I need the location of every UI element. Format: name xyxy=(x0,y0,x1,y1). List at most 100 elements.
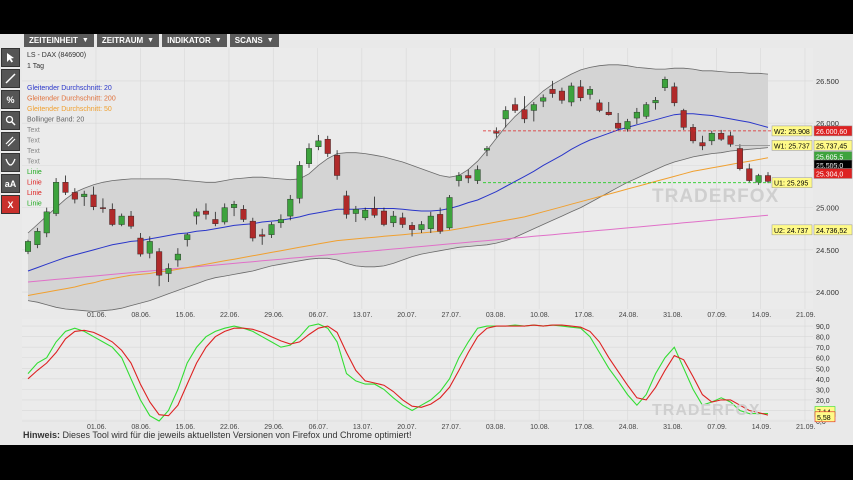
x-tick-label: 08.06. xyxy=(131,312,151,319)
candle-body xyxy=(202,210,209,215)
watermark-logo: TRADERFOX xyxy=(652,186,779,207)
candle-body xyxy=(352,209,359,214)
candle-body xyxy=(427,215,434,229)
candle-body xyxy=(624,121,631,130)
stoch-x-tick-label: 24.08. xyxy=(619,424,639,431)
x-tick-label: 14.09. xyxy=(752,312,772,319)
x-tick-label: 07.09. xyxy=(707,312,727,319)
candle-body xyxy=(99,207,106,209)
candle-body xyxy=(746,168,753,181)
stoch-x-tick-label: 10.08. xyxy=(530,424,550,431)
candle-body xyxy=(699,142,706,147)
candle-body xyxy=(137,237,144,255)
candle-body xyxy=(306,148,313,164)
hint-prefix: Hinweis: xyxy=(23,430,61,440)
candle-body xyxy=(249,220,256,239)
candle-body xyxy=(324,138,331,154)
level-label: W2: 25.908 xyxy=(774,129,810,136)
candle-body xyxy=(390,215,397,224)
stoch-x-tick-label: 21.09. xyxy=(796,424,816,431)
hint-text: Dieses Tool wird für die jeweils aktuell… xyxy=(60,430,412,440)
candle-body xyxy=(212,219,219,224)
candle-body xyxy=(343,195,350,215)
candle-body xyxy=(62,182,69,193)
chart-canvas[interactable]: W2: 25.908 26.000,60 W1: 25.737 25.737,45 25… xyxy=(0,34,853,445)
price-label: 26.000,60 xyxy=(816,129,847,136)
candle-body xyxy=(221,207,228,223)
candle-body xyxy=(615,122,622,129)
candle-body xyxy=(315,140,322,147)
x-tick-label: 01.06. xyxy=(87,312,107,319)
y-tick-label: 24.500 xyxy=(816,246,839,255)
x-tick-label: 17.08. xyxy=(574,312,594,319)
stoch-y-tick-label: 20,0 xyxy=(816,398,830,405)
candle-body xyxy=(184,234,191,240)
candle-body xyxy=(718,133,725,140)
symbol-label: LS - DAX (846900) xyxy=(27,52,86,59)
candle-body xyxy=(455,175,462,181)
stoch-value-label: 5,58 xyxy=(817,415,831,422)
candle-body xyxy=(549,89,556,94)
candle-body xyxy=(90,194,97,207)
y-tick-label: 24.000 xyxy=(816,288,839,297)
candle-body xyxy=(268,224,275,235)
candle-body xyxy=(399,217,406,225)
candle-body xyxy=(71,192,78,200)
x-tick-label: 20.07. xyxy=(397,312,417,319)
stoch-x-tick-label: 03.08. xyxy=(486,424,506,431)
stoch-y-tick-label: 50,0 xyxy=(816,366,830,373)
candle-body xyxy=(362,209,369,218)
stoch-x-tick-label: 31.08. xyxy=(663,424,683,431)
candle-body xyxy=(530,104,537,111)
x-tick-label: 31.08. xyxy=(663,312,683,319)
candle-body xyxy=(568,85,575,103)
x-tick-label: 21.09. xyxy=(796,312,816,319)
chart-app: ZEITEINHEIT ▼ ZEITRAUM ▼ INDIKATOR ▼ SCANS ▼… xyxy=(0,34,853,445)
candle-body xyxy=(558,90,565,101)
candle-body xyxy=(231,204,238,208)
hint-bar: Hinweis: Dieses Tool wird für die jeweil… xyxy=(23,430,412,440)
candle-body xyxy=(671,86,678,104)
candle-body xyxy=(521,109,528,120)
candle-body xyxy=(708,133,715,142)
candle-body xyxy=(287,198,294,217)
candle-body xyxy=(334,155,341,176)
stoch-y-tick-label: 30,0 xyxy=(816,387,830,394)
legend-item: Text xyxy=(27,127,40,134)
candle-body xyxy=(661,79,668,88)
candle-body xyxy=(596,102,603,111)
candle-body xyxy=(690,127,697,142)
x-tick-label: 22.06. xyxy=(220,312,240,319)
period-label: 1 Tag xyxy=(27,63,44,70)
legend-item: Gleitender Durchschnitt: 50 xyxy=(27,106,112,113)
candle-body xyxy=(727,135,734,145)
candle-body xyxy=(437,214,444,232)
candle-body xyxy=(25,241,32,252)
candle-body xyxy=(380,210,387,225)
stoch-x-tick-label: 17.08. xyxy=(574,424,594,431)
candle-body xyxy=(643,104,650,117)
price-label: 24.736,52 xyxy=(816,228,847,235)
candle-body xyxy=(259,234,266,237)
candle-body xyxy=(587,89,594,95)
price-label: 25.304,0 xyxy=(816,171,843,178)
legend-item: Linie xyxy=(27,169,42,176)
x-tick-label: 03.08. xyxy=(486,312,506,319)
candle-body xyxy=(371,208,378,216)
candle-body xyxy=(465,175,472,179)
candle-body xyxy=(512,104,519,111)
x-tick-label: 27.07. xyxy=(442,312,462,319)
candle-body xyxy=(43,211,50,234)
legend-item: Gleitender Durchschnitt: 200 xyxy=(27,96,116,103)
stoch-y-tick-label: 60,0 xyxy=(816,356,830,363)
candle-body xyxy=(502,110,509,120)
candle-body xyxy=(736,148,743,169)
watermark-logo: TRADERFOX xyxy=(652,402,761,419)
candle-body xyxy=(165,268,172,274)
y-tick-label: 25.500 xyxy=(816,161,839,170)
candle-body xyxy=(483,148,490,151)
candle-body xyxy=(755,175,762,183)
candle-body xyxy=(409,225,416,230)
price-label: 25.737,45 xyxy=(816,143,847,150)
y-tick-label: 25.000 xyxy=(816,204,839,213)
